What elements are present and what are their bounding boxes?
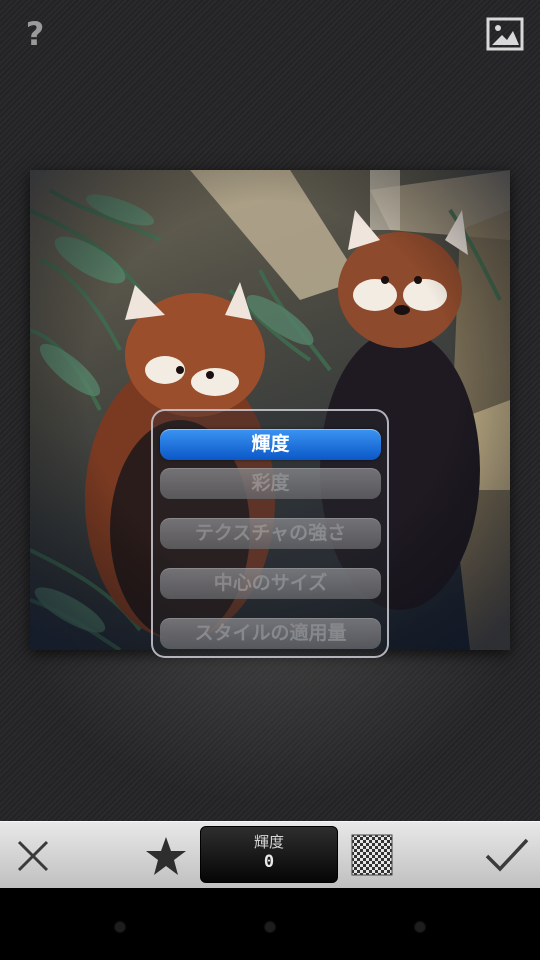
- parameter-menu: 輝度 彩度 テクスチャの強さ 中心のサイズ スタイルの適用量: [151, 409, 389, 658]
- parameter-value: 0: [263, 852, 275, 872]
- nav-back-dot[interactable]: [115, 922, 125, 932]
- nav-menu-dot[interactable]: [415, 922, 425, 932]
- parameter-value-display: 輝度 0: [200, 826, 338, 883]
- menu-item-style-strength[interactable]: スタイルの適用量: [160, 618, 381, 649]
- help-button[interactable]: ?: [20, 14, 50, 54]
- menu-item-center-size[interactable]: 中心のサイズ: [160, 568, 381, 599]
- system-nav-bar: [0, 888, 540, 960]
- menu-item-texture-strength[interactable]: テクスチャの強さ: [160, 518, 381, 549]
- close-icon[interactable]: [15, 838, 51, 878]
- checkerboard-icon[interactable]: [351, 834, 393, 880]
- checkmark-icon[interactable]: [484, 836, 530, 878]
- top-bar: ?: [0, 0, 540, 80]
- star-icon[interactable]: [145, 835, 187, 881]
- bottom-toolbar: 輝度 0: [0, 821, 540, 889]
- menu-item-brightness[interactable]: 輝度: [160, 429, 381, 460]
- image-icon[interactable]: [486, 17, 524, 51]
- parameter-label: 輝度: [253, 833, 284, 851]
- nav-home-dot[interactable]: [265, 922, 275, 932]
- menu-item-saturation[interactable]: 彩度: [160, 468, 381, 499]
